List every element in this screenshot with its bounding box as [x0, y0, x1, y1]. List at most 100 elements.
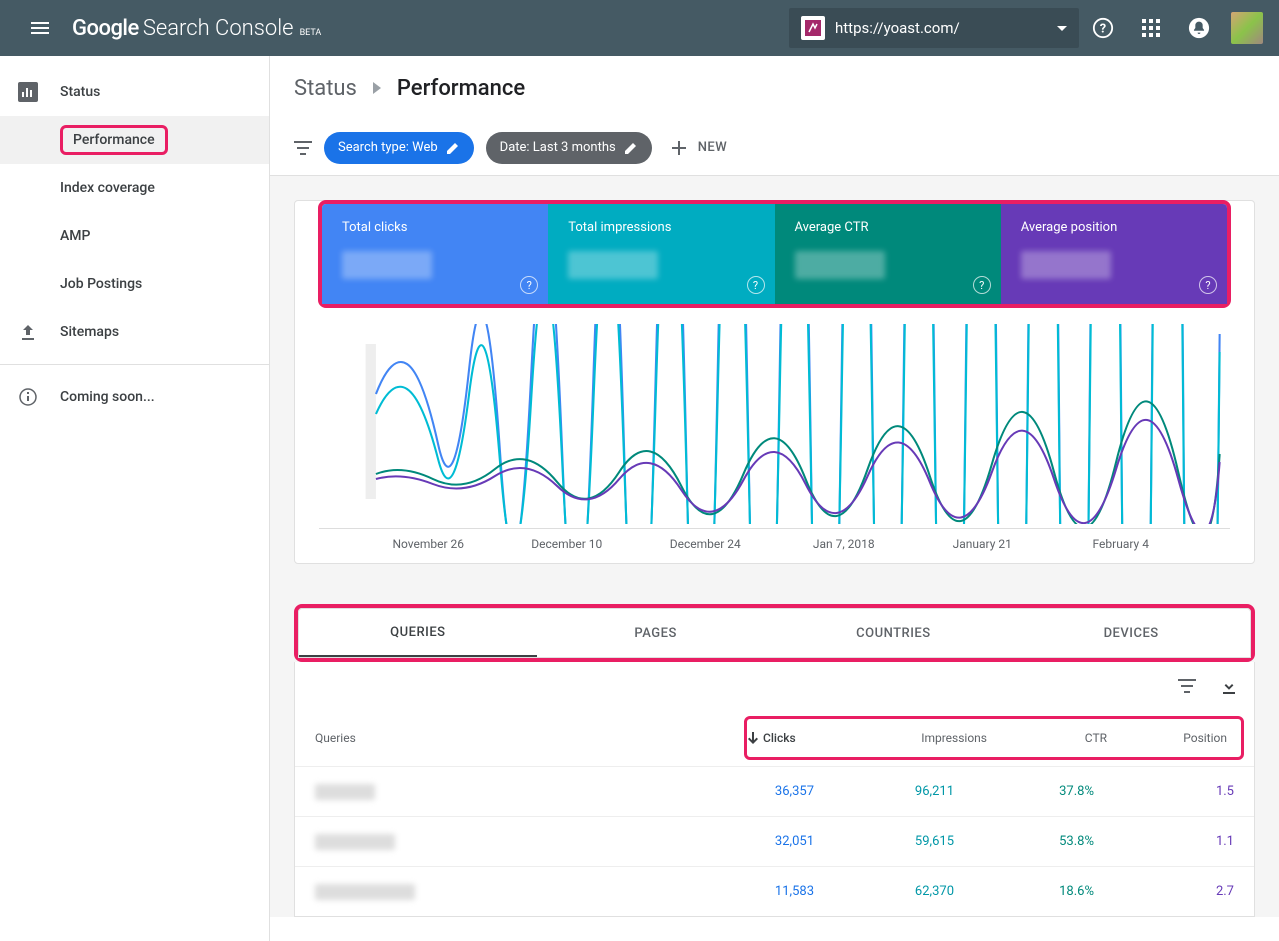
breadcrumb-status[interactable]: Status: [294, 76, 357, 101]
chip-date-label: Date: Last 3 months: [500, 140, 616, 155]
cell-ctr: 37.8%: [954, 784, 1094, 799]
sidebar-label-amp: AMP: [60, 228, 90, 244]
sidebar-item-sitemaps[interactable]: Sitemaps: [0, 308, 269, 356]
queries-table: Queries Clicks Impressions CTR Position …: [294, 662, 1255, 917]
th-position[interactable]: Position: [1107, 731, 1227, 745]
metric-tile-ctr[interactable]: Average CTR ?: [775, 204, 1001, 304]
sidebar-item-amp[interactable]: AMP: [0, 212, 269, 260]
chevron-right-icon: [373, 82, 381, 94]
tab-devices[interactable]: DEVICES: [1012, 609, 1250, 657]
table-tabs: QUERIES PAGES COUNTRIES DEVICES: [298, 608, 1251, 658]
sidebar-item-performance[interactable]: Performance: [0, 116, 269, 164]
cell-query: [315, 884, 674, 900]
property-url: https://yoast.com/: [835, 19, 1047, 37]
user-avatar[interactable]: [1231, 12, 1263, 44]
cell-query: [315, 784, 674, 800]
tab-queries[interactable]: QUERIES: [299, 609, 537, 657]
x-tick: December 24: [636, 537, 775, 551]
sidebar-label-coming: Coming soon...: [60, 389, 155, 405]
table-row[interactable]: 11,58362,37018.6%2.7: [295, 866, 1254, 916]
metric-title-position: Average position: [1021, 220, 1207, 235]
new-filter-button[interactable]: NEW: [672, 140, 728, 155]
property-favicon: [801, 16, 825, 40]
chip-search-type[interactable]: Search type: Web: [324, 132, 474, 164]
performance-line-chart: [319, 324, 1230, 524]
notifications-button[interactable]: [1175, 4, 1223, 52]
x-tick: Jan 7, 2018: [775, 537, 914, 551]
dropdown-icon: [1057, 26, 1067, 31]
performance-chart-card: Total clicks ? Total impressions ? Avera…: [294, 200, 1255, 564]
new-label: NEW: [698, 140, 728, 155]
sidebar-label-index: Index coverage: [60, 180, 155, 196]
help-icon[interactable]: ?: [747, 276, 765, 294]
metric-value-impressions: [568, 251, 658, 279]
property-selector[interactable]: https://yoast.com/: [789, 8, 1079, 48]
x-tick: January 21: [913, 537, 1052, 551]
cell-impressions: 59,615: [814, 834, 954, 849]
logo-product: Search Console: [143, 16, 294, 41]
sidebar-item-status[interactable]: Status: [0, 68, 269, 116]
metric-tile-clicks[interactable]: Total clicks ?: [322, 204, 548, 304]
table-row[interactable]: 36,35796,21137.8%1.5: [295, 766, 1254, 816]
beta-badge: BETA: [300, 28, 322, 38]
download-icon[interactable]: [1220, 677, 1238, 695]
metric-value-position: [1021, 251, 1111, 279]
metric-title-clicks: Total clicks: [342, 220, 528, 235]
help-icon[interactable]: ?: [973, 276, 991, 294]
table-header-row: Queries Clicks Impressions CTR Position: [295, 710, 1254, 766]
table-toolbar: [295, 662, 1254, 710]
x-tick: December 10: [498, 537, 637, 551]
table-row[interactable]: 32,05159,61553.8%1.1: [295, 816, 1254, 866]
cell-ctr: 53.8%: [954, 834, 1094, 849]
sidebar-item-index-coverage[interactable]: Index coverage: [0, 164, 269, 212]
plus-icon: [672, 141, 686, 155]
help-icon[interactable]: ?: [520, 276, 538, 294]
cell-ctr: 18.6%: [954, 884, 1094, 899]
th-ctr[interactable]: CTR: [987, 731, 1107, 745]
help-icon[interactable]: ?: [1199, 276, 1217, 294]
cell-clicks: 11,583: [674, 884, 814, 899]
chip-search-type-label: Search type: Web: [338, 140, 438, 155]
sidebar-item-job-postings[interactable]: Job Postings: [0, 260, 269, 308]
x-tick: November 26: [359, 537, 498, 551]
cell-query: [315, 834, 674, 850]
cell-position: 1.5: [1094, 784, 1234, 799]
hamburger-menu-button[interactable]: [16, 4, 64, 52]
logo-google: Google: [72, 16, 139, 41]
sidebar-divider: [0, 364, 269, 365]
svg-text:?: ?: [1100, 22, 1106, 37]
sidebar-label-jobs: Job Postings: [60, 276, 142, 292]
upload-icon: [19, 323, 37, 341]
pencil-icon: [446, 141, 460, 155]
cell-impressions: 96,211: [814, 784, 954, 799]
filter-list-icon[interactable]: [1178, 679, 1196, 693]
filter-icon[interactable]: [294, 141, 312, 155]
chart-x-axis: November 26 December 10 December 24 Jan …: [319, 528, 1230, 551]
th-impressions[interactable]: Impressions: [867, 731, 987, 745]
breadcrumb: Status Performance: [270, 56, 1279, 120]
cell-clicks: 36,357: [674, 784, 814, 799]
main-content: Status Performance Search type: Web Date…: [270, 56, 1279, 941]
bell-icon: [1188, 17, 1210, 39]
filter-bar: Search type: Web Date: Last 3 months NEW: [270, 120, 1279, 176]
metric-tile-position[interactable]: Average position ?: [1001, 204, 1227, 304]
metrics-row: Total clicks ? Total impressions ? Avera…: [322, 204, 1227, 304]
sidebar-label-status: Status: [60, 84, 100, 100]
breadcrumb-performance: Performance: [397, 76, 525, 101]
apps-icon: [1142, 19, 1160, 37]
status-icon: [18, 82, 38, 102]
metric-title-ctr: Average CTR: [795, 220, 981, 235]
tab-pages[interactable]: PAGES: [537, 609, 775, 657]
cell-impressions: 62,370: [814, 884, 954, 899]
sidebar-item-coming-soon: Coming soon...: [0, 373, 269, 421]
metric-tile-impressions[interactable]: Total impressions ?: [548, 204, 774, 304]
apps-button[interactable]: [1127, 4, 1175, 52]
help-icon: ?: [1092, 17, 1114, 39]
pencil-icon: [624, 141, 638, 155]
th-clicks[interactable]: Clicks: [747, 731, 867, 745]
help-button[interactable]: ?: [1079, 4, 1127, 52]
arrow-down-icon: [747, 732, 759, 744]
tab-countries[interactable]: COUNTRIES: [775, 609, 1013, 657]
chip-date[interactable]: Date: Last 3 months: [486, 132, 652, 164]
metric-value-clicks: [342, 251, 432, 279]
